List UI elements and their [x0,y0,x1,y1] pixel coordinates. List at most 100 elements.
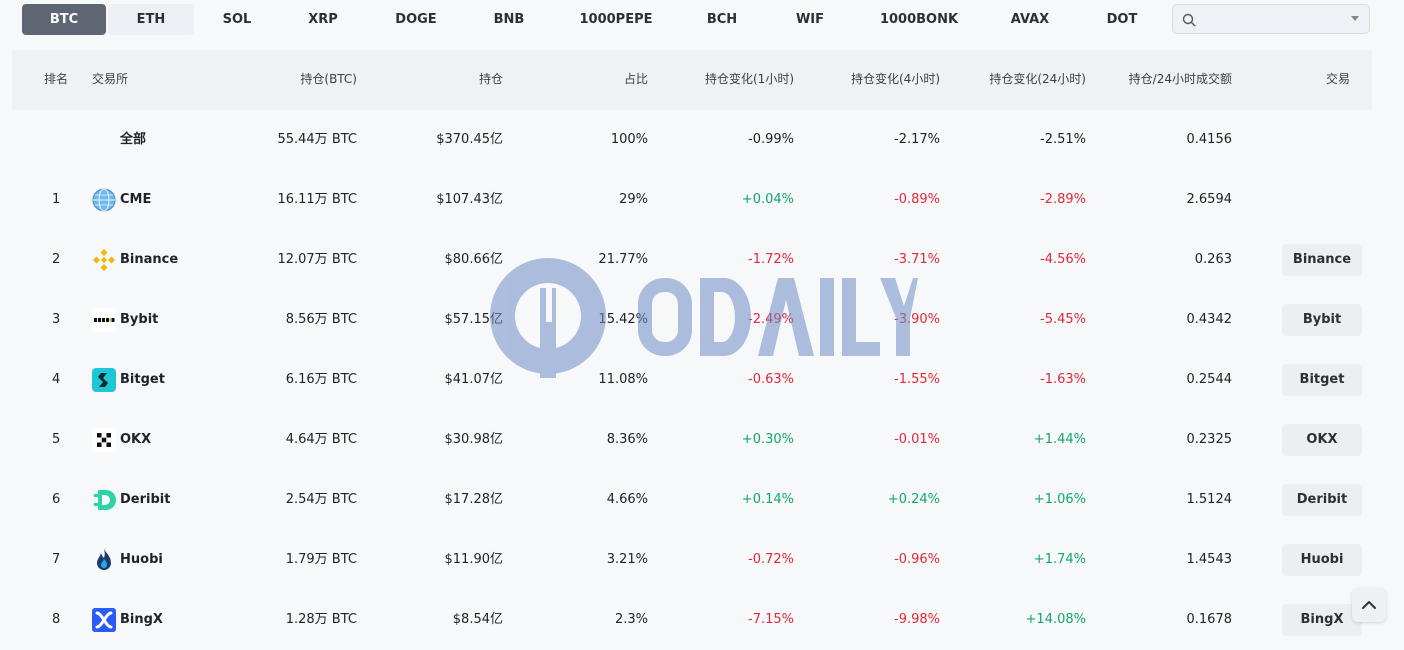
row-name: Binance [120,252,179,267]
header-share: 占比 [623,72,648,86]
trade-button-bingx[interactable]: BingX [1282,604,1362,636]
header-ratio: 持仓/24小时成交额 [1128,72,1232,86]
row-chg-4h: -3.71% [894,252,940,267]
tab-1000bonk[interactable]: 1000BONK [870,4,968,35]
row-rank: 6 [52,492,61,507]
trade-button-huobi[interactable]: Huobi [1282,544,1362,576]
row-ratio: 1.5124 [1186,492,1233,507]
tab-wif[interactable]: WIF [772,4,848,35]
row-oi: $41.07亿 [444,372,504,387]
trade-button-deribit[interactable]: Deribit [1282,484,1362,516]
table-row: 7 Huobi 1.79万 BTC $11.90亿 3.21% -0.72% -… [12,530,1372,591]
header-rank: 排名 [44,72,69,86]
row-oi-btc: 12.07万 BTC [277,252,357,267]
row-name: OKX [120,432,152,447]
table-row: 1 CME 16.11万 BTC $107.43亿 29% +0.04% -0.… [12,170,1372,231]
row-rank: 4 [52,372,61,387]
trade-button-bitget[interactable]: Bitget [1282,364,1362,396]
trade-button-binance[interactable]: Binance [1282,244,1362,276]
row-name: CME [120,192,152,207]
row-chg-24h: -2.51% [1040,132,1086,147]
open-interest-table: 排名 交易所 持仓(BTC) 持仓 占比 持仓变化(1小时) 持仓变化(4小时)… [12,50,1372,650]
row-oi: $107.43亿 [436,192,503,207]
row-chg-24h: +1.44% [1033,432,1086,447]
row-chg-24h: +14.08% [1025,612,1086,627]
header-oi-btc: 持仓(BTC) [300,72,357,86]
tab-dot[interactable]: DOT [1082,4,1162,35]
row-share: 11.08% [598,372,648,387]
scroll-to-top-button[interactable] [1352,588,1386,622]
row-chg-1h: -2.49% [748,312,794,327]
chevron-down-icon[interactable] [1351,16,1359,22]
tab-xrp[interactable]: XRP [284,4,362,35]
search-input[interactable] [1203,8,1337,32]
row-rank: 8 [52,612,61,627]
row-ratio: 0.4156 [1186,132,1233,147]
deribit-logo-icon [94,490,116,510]
row-rank: 5 [52,432,61,447]
row-share: 3.21% [606,552,648,567]
coin-tabs: BTC ETH SOL XRP DOGE BNB 1000PEPE BCH WI… [0,0,1404,40]
table-row: 2 Binance 12.07万 BTC $80.66亿 21.77% -1.7… [12,230,1372,291]
table-row-total: 全部 55.44万 BTC $370.45亿 100% -0.99% -2.17… [12,110,1372,171]
row-chg-24h: +1.74% [1033,552,1086,567]
table-row: 4 Bitget 6.16万 BTC $41.07亿 11.08% -0.63%… [12,350,1372,411]
tab-sol[interactable]: SOL [198,4,276,35]
row-share: 2.3% [614,612,648,627]
row-ratio: 0.1678 [1186,612,1233,627]
table-header: 排名 交易所 持仓(BTC) 持仓 占比 持仓变化(1小时) 持仓变化(4小时)… [12,50,1372,110]
row-ratio: 0.263 [1194,252,1232,267]
row-chg-1h: -0.63% [748,372,794,387]
row-rank: 3 [52,312,61,327]
tab-1000pepe[interactable]: 1000PEPE [572,4,660,35]
tab-eth[interactable]: ETH [108,4,194,35]
tab-bch[interactable]: BCH [682,4,762,35]
row-chg-4h: -1.55% [894,372,940,387]
binance-logo-icon [92,248,116,272]
okx-logo-icon [92,428,116,452]
row-chg-24h: -2.89% [1040,192,1086,207]
row-chg-1h: +0.04% [741,192,794,207]
row-chg-1h: +0.14% [741,492,794,507]
row-ratio: 2.6594 [1186,192,1233,207]
header-exchange: 交易所 [92,72,129,86]
bitget-logo-icon [92,368,116,392]
trade-button-okx[interactable]: OKX [1282,424,1362,456]
header-chg-4h: 持仓变化(4小时) [851,72,940,86]
row-oi-btc: 6.16万 BTC [285,372,357,387]
row-chg-4h: -0.89% [894,192,940,207]
tab-doge[interactable]: DOGE [376,4,456,35]
tab-btc[interactable]: BTC [22,4,106,35]
tab-avax[interactable]: AVAX [990,4,1070,35]
row-chg-1h: +0.30% [741,432,794,447]
row-share: 4.66% [606,492,648,507]
row-ratio: 0.2544 [1186,372,1233,387]
row-oi-btc: 1.28万 BTC [285,612,357,627]
tab-bnb[interactable]: BNB [470,4,548,35]
row-oi: $30.98亿 [444,432,504,447]
row-oi: $370.45亿 [436,132,503,147]
row-chg-4h: -9.98% [894,612,940,627]
row-oi-btc: 2.54万 BTC [285,492,357,507]
row-share: 100% [610,132,648,147]
header-chg-24h: 持仓变化(24小时) [989,72,1086,86]
header-trade: 交易 [1325,72,1350,86]
row-chg-1h: -0.99% [748,132,794,147]
table-row: 5 OKX 4.64万 BTC $30.98亿 8.36% +0.30% -0.… [12,410,1372,471]
row-rank: 1 [52,192,61,207]
row-name: Bybit [120,312,159,327]
row-chg-24h: -1.63% [1040,372,1086,387]
row-name: Bitget [120,372,165,387]
row-chg-24h: +1.06% [1033,492,1086,507]
row-oi: $57.15亿 [444,312,504,327]
trade-button-bybit[interactable]: Bybit [1282,304,1362,336]
search-icon [1182,13,1196,27]
row-ratio: 0.4342 [1186,312,1233,327]
search-box[interactable] [1172,4,1370,34]
bybit-logo-icon [92,308,116,332]
row-ratio: 1.4543 [1186,552,1233,567]
row-name: Huobi [120,552,163,567]
row-share: 8.36% [606,432,648,447]
row-name: BingX [120,612,163,627]
row-oi: $80.66亿 [444,252,504,267]
